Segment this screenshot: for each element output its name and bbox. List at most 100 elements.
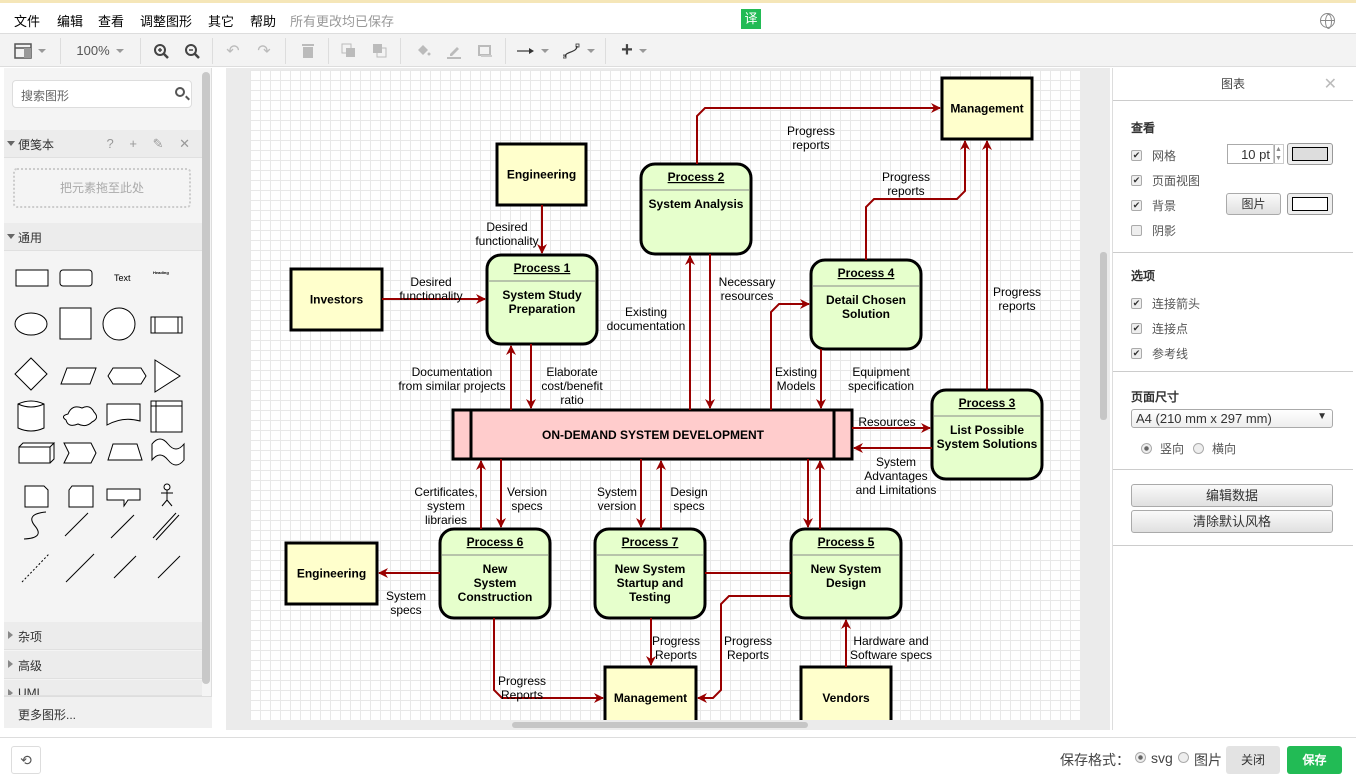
external-entity-vendors[interactable]: Vendors xyxy=(799,665,893,739)
shape-process[interactable] xyxy=(150,316,183,334)
page-size-select[interactable]: A4 (210 mm x 297 mm) ▼ xyxy=(1131,409,1333,428)
page-view-checkbox[interactable]: ✔ 页面视图 xyxy=(1131,172,1200,189)
menu-arrange[interactable]: 调整图形 xyxy=(140,11,192,30)
waypoint-style-button[interactable] xyxy=(561,34,597,67)
shape-step[interactable] xyxy=(63,442,97,464)
process-p5[interactable]: Process 5 New SystemDesign xyxy=(789,527,903,620)
shape-bidirectional-connector[interactable] xyxy=(113,555,137,579)
zoom-select[interactable]: 100% xyxy=(68,34,132,67)
external-entity-mgmt1[interactable]: Management xyxy=(940,76,1034,141)
shape-arrow[interactable] xyxy=(110,514,135,539)
shape-cloud[interactable] xyxy=(62,406,98,427)
shape-dashed-line[interactable] xyxy=(21,553,50,583)
scratchpad-header[interactable]: 便笺本 ? + ✎ ✕ xyxy=(4,130,202,158)
shape-card[interactable] xyxy=(68,485,94,508)
sidebar-scrollbar[interactable] xyxy=(202,72,210,684)
canvas-h-scrollbar[interactable] xyxy=(512,722,808,728)
shape-hexagon[interactable] xyxy=(107,367,147,385)
search-shapes-input[interactable]: 搜索图形 xyxy=(12,80,192,108)
flow-edge[interactable] xyxy=(770,299,810,410)
background-checkbox[interactable]: ✔ 背景 xyxy=(1131,197,1176,214)
misc-header[interactable]: 杂项 xyxy=(4,622,202,650)
menu-extras[interactable]: 其它 xyxy=(208,11,234,30)
undo-button[interactable]: ↶ xyxy=(222,34,244,67)
save-button[interactable]: 保存 xyxy=(1287,746,1342,774)
shape-callout[interactable] xyxy=(106,488,141,508)
menu-edit[interactable]: 编辑 xyxy=(57,11,83,30)
close-icon[interactable]: ✕ xyxy=(1324,68,1337,101)
guides-checkbox[interactable]: ✔ 参考线 xyxy=(1131,345,1188,362)
image-radio[interactable] xyxy=(1178,752,1189,763)
shape-cube[interactable] xyxy=(18,442,56,464)
external-entity-mgmt2[interactable]: Management xyxy=(603,665,698,739)
scratchpad-actions[interactable]: ? + ✎ ✕ xyxy=(107,136,196,152)
close-button[interactable]: 关闭 xyxy=(1226,746,1280,774)
process-p4[interactable]: Process 4 Detail ChosenSolution xyxy=(809,258,923,351)
more-shapes-button[interactable]: 更多图形... xyxy=(4,696,212,728)
flow-edge[interactable] xyxy=(865,140,970,260)
shape-line[interactable] xyxy=(65,553,95,583)
delete-button[interactable] xyxy=(297,34,319,67)
shape-rectangle[interactable] xyxy=(15,269,49,287)
shape-double-line[interactable] xyxy=(152,512,180,541)
shape-trapezoid[interactable] xyxy=(107,443,143,461)
menu-help[interactable]: 帮助 xyxy=(250,11,276,30)
uml-header[interactable]: UML xyxy=(4,680,202,696)
grid-size-stepper[interactable]: ▲ ▼ xyxy=(1273,144,1284,164)
scratchpad-dropzone[interactable]: 把元素拖至此处 xyxy=(13,168,191,208)
landscape-radio[interactable]: 横向 xyxy=(1193,440,1236,457)
history-button[interactable]: ⟲ xyxy=(11,746,41,774)
shape-curved-arrow[interactable] xyxy=(23,511,47,540)
shape-bidirectional-arrow[interactable] xyxy=(64,512,89,537)
process-p1[interactable]: Process 1 System StudyPreparation xyxy=(485,253,599,346)
to-front-button[interactable] xyxy=(338,34,360,67)
grid-size-input[interactable]: 10 pt xyxy=(1227,144,1275,164)
external-entity-eng2[interactable]: Engineering xyxy=(284,541,379,606)
fill-color-button[interactable] xyxy=(412,34,434,67)
redo-button[interactable]: ↷ xyxy=(253,34,275,67)
shape-note[interactable] xyxy=(24,485,49,508)
shape-actor[interactable] xyxy=(161,483,173,507)
edit-data-button[interactable]: 编辑数据 xyxy=(1131,484,1333,507)
shape-tape[interactable] xyxy=(151,438,185,466)
portrait-radio[interactable]: 竖向 xyxy=(1141,440,1184,457)
to-back-button[interactable] xyxy=(369,34,391,67)
shadow-checkbox[interactable]: 阴影 xyxy=(1131,222,1176,239)
advanced-header[interactable]: 高级 xyxy=(4,651,202,679)
shape-parallelogram[interactable] xyxy=(60,367,97,385)
shape-text[interactable]: Text xyxy=(114,273,131,283)
canvas-v-scrollbar[interactable] xyxy=(1100,252,1107,420)
shape-ellipse[interactable] xyxy=(14,312,48,336)
connection-points-checkbox[interactable]: ✔ 连接点 xyxy=(1131,320,1188,337)
zoom-out-button[interactable] xyxy=(181,34,203,67)
connection-style-button[interactable] xyxy=(515,34,551,67)
shape-heading[interactable]: Heading xyxy=(153,270,169,275)
external-entity-inv[interactable]: Investors xyxy=(289,267,384,332)
process-p7[interactable]: Process 7 New SystemStartup andTesting xyxy=(593,527,707,620)
menu-file[interactable]: 文件 xyxy=(14,11,40,30)
clear-default-style-button[interactable]: 清除默认风格 xyxy=(1131,510,1333,533)
shape-triangle[interactable] xyxy=(154,359,181,393)
external-entity-eng1[interactable]: Engineering xyxy=(495,142,588,207)
translate-icon[interactable]: 译 xyxy=(741,9,761,29)
general-header[interactable]: 通用 xyxy=(4,223,202,251)
grid-checkbox[interactable]: ✔ 网格 xyxy=(1131,147,1176,164)
grid-color-swatch[interactable] xyxy=(1287,143,1333,165)
shape-circle[interactable] xyxy=(102,307,136,341)
data-store[interactable]: ON-DEMAND SYSTEM DEVELOPMENT xyxy=(451,408,854,461)
search-icon[interactable] xyxy=(175,87,185,97)
canvas[interactable]: Engineering Investors Management Engineerin… xyxy=(226,68,1110,739)
process-p2[interactable]: Process 2 System Analysis xyxy=(639,162,753,256)
shape-directional-connector[interactable] xyxy=(157,555,181,579)
shape-diamond[interactable] xyxy=(14,357,48,391)
process-p6[interactable]: Process 6 NewSystemConstruction xyxy=(438,527,552,620)
shape-document[interactable] xyxy=(106,403,141,426)
svg-radio[interactable] xyxy=(1135,752,1146,763)
shape-rounded-rectangle[interactable] xyxy=(59,269,93,287)
background-color-swatch[interactable] xyxy=(1287,193,1333,215)
shadow-button[interactable] xyxy=(474,34,496,67)
shape-square[interactable] xyxy=(59,307,92,340)
background-image-button[interactable]: 图片 xyxy=(1226,193,1281,215)
insert-button[interactable]: + xyxy=(616,34,652,67)
globe-icon[interactable] xyxy=(1320,13,1335,29)
